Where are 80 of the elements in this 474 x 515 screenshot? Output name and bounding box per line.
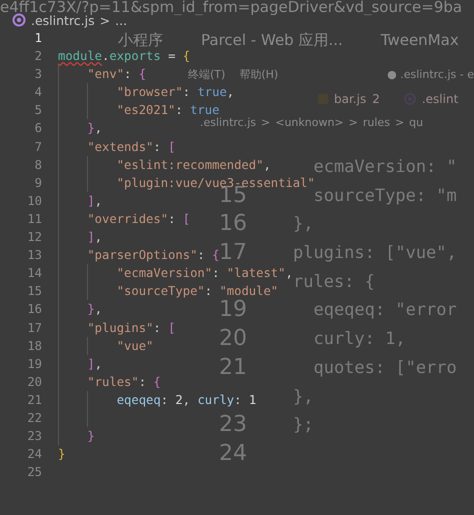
code-line: }, xyxy=(293,386,314,408)
code-line: "browser": true, xyxy=(116,85,234,100)
breadcrumb-item[interactable]: ... xyxy=(115,12,128,28)
breadcrumb-separator: > xyxy=(394,116,404,128)
code-line: ], xyxy=(86,194,102,208)
code-line: }, xyxy=(86,121,102,136)
bookmark-link[interactable]: TweenMax xyxy=(380,31,459,49)
code-line: plugins: ["vue", xyxy=(293,242,457,266)
line-number: 23 xyxy=(26,428,42,446)
line-number: 19 xyxy=(26,356,42,373)
code-line: ], xyxy=(86,356,102,371)
code-line: } xyxy=(86,429,95,444)
breadcrumb-item[interactable]: .eslintrc.js xyxy=(200,116,256,128)
line-number: 17 xyxy=(219,240,247,266)
line-number: 1 xyxy=(34,30,42,47)
code-line: curly: 1, xyxy=(312,328,406,352)
line-number: 22 xyxy=(26,410,42,427)
code-line: quotes: ["erro xyxy=(312,356,457,380)
line-number: 20 xyxy=(26,374,42,391)
breadcrumb-separator: > xyxy=(261,116,270,128)
line-number: 25 xyxy=(26,464,42,482)
code-line: } xyxy=(58,447,66,462)
code-line: }, xyxy=(86,302,102,316)
line-number: 5 xyxy=(34,102,42,120)
breadcrumb-item[interactable]: qu xyxy=(409,116,424,128)
line-number: 24 xyxy=(219,440,247,466)
code-line: }, xyxy=(293,213,314,236)
code-line: rules: { xyxy=(293,270,375,294)
editor-tab[interactable]: bar.js xyxy=(334,92,366,106)
line-number: 4 xyxy=(34,84,42,102)
code-line: "rules": { xyxy=(86,374,161,389)
code-line: ecmaVersion: " xyxy=(313,156,457,179)
breadcrumb-separator: > xyxy=(100,12,110,28)
problem-count: 2 xyxy=(372,92,380,106)
line-number: 12 xyxy=(26,229,42,246)
code-line: "eslint:recommended", xyxy=(116,158,271,172)
line-number: 9 xyxy=(34,174,42,192)
code-line: "extends": [ xyxy=(86,140,176,154)
code-line: eqeqeq: "error xyxy=(312,299,457,322)
line-number: 23 xyxy=(219,412,247,438)
code-line: "vue" xyxy=(116,338,154,353)
window-title: ● .eslintrc.js - e xyxy=(387,68,474,80)
menu-item[interactable]: 终端(T) xyxy=(188,66,226,82)
bookmark-link[interactable]: 小程序 xyxy=(118,30,163,50)
line-number: 3 xyxy=(34,66,42,84)
code-line: }; xyxy=(293,414,314,438)
line-number: 24 xyxy=(26,446,42,464)
line-number: 10 xyxy=(26,192,42,210)
code-line: "parserOptions": { xyxy=(86,248,220,262)
line-number: 14 xyxy=(26,265,42,282)
line-number: 6 xyxy=(34,120,42,138)
line-number: 21 xyxy=(219,354,247,380)
line-number: 13 xyxy=(26,247,42,264)
code-line: eqeqeq: 2, curly: 1 xyxy=(116,392,256,407)
menu-item[interactable]: 帮助(H) xyxy=(239,66,278,82)
line-number: 2 xyxy=(34,48,42,66)
code-line: "plugins": [ xyxy=(86,320,176,334)
line-number: 21 xyxy=(26,392,42,409)
code-line: "sourceType": "module" xyxy=(116,284,278,298)
line-number: 20 xyxy=(219,326,247,352)
editor-tab[interactable]: .eslint xyxy=(422,92,458,106)
code-line: "overrides": [ xyxy=(86,212,190,226)
code-line: module.exports = { xyxy=(58,49,190,64)
line-number: 19 xyxy=(219,297,247,322)
line-number: 16 xyxy=(219,211,247,236)
breadcrumb-separator: > xyxy=(348,116,358,128)
line-number: 11 xyxy=(26,210,42,228)
bookmark-link[interactable]: Parcel - Web 应用... xyxy=(201,30,343,50)
code-line: "es2021": true xyxy=(116,103,220,118)
line-number: 17 xyxy=(26,320,42,336)
line-number: 7 xyxy=(34,138,42,156)
code-line: "env": { xyxy=(86,67,146,82)
code-line: ], xyxy=(86,230,102,244)
breadcrumb-item[interactable]: <unknown> xyxy=(275,116,344,128)
line-number: 16 xyxy=(26,301,42,318)
line-number: 8 xyxy=(34,156,42,174)
line-number: 18 xyxy=(26,338,42,355)
line-number: 15 xyxy=(26,283,42,300)
code-line: "ecmaVersion": "latest", xyxy=(116,266,293,280)
breadcrumb-item[interactable]: rules xyxy=(362,116,390,128)
